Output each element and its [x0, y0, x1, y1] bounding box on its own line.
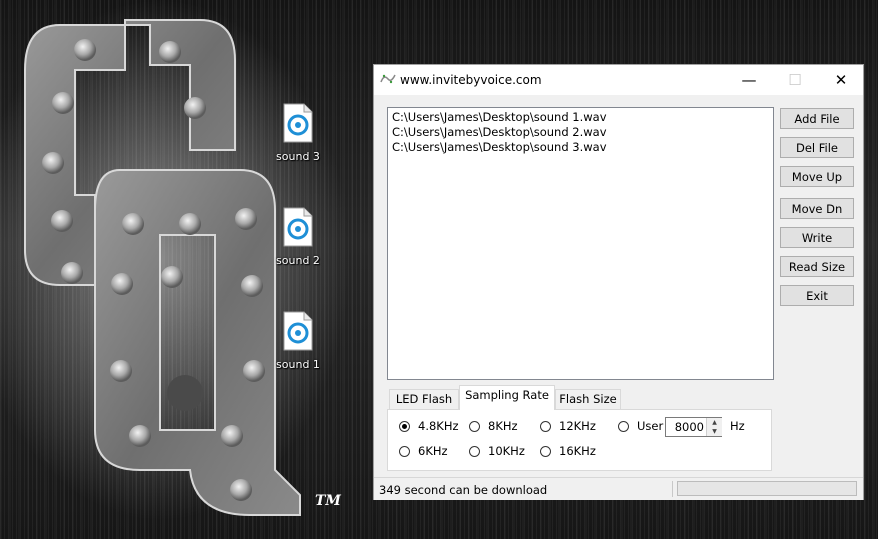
title-bar[interactable]: www.invitebyvoice.com — ☐ ✕ — [374, 65, 863, 95]
desktop-icon-label: sound 1 — [276, 358, 320, 371]
radio-indicator[interactable] — [540, 421, 551, 432]
add-file-button[interactable]: Add File — [780, 108, 854, 129]
app-icon — [380, 74, 396, 84]
exit-button[interactable]: Exit — [780, 285, 854, 306]
radio-label: 8KHz — [488, 419, 518, 433]
audio-file-icon — [283, 311, 313, 351]
window-title: www.invitebyvoice.com — [400, 73, 542, 87]
tab-led-flash[interactable]: LED Flash — [389, 389, 459, 409]
sampling-rate-panel: 4.8KHz 8KHz 12KHz User ▲ ▼ Hz 6KHz 10KHz — [387, 409, 772, 471]
app-window: www.invitebyvoice.com — ☐ ✕ C:\Users\Jam… — [373, 64, 864, 500]
audio-file-icon — [283, 207, 313, 247]
file-list[interactable]: C:\Users\James\Desktop\sound 1.wav C:\Us… — [387, 107, 774, 380]
close-button[interactable]: ✕ — [818, 65, 864, 95]
status-message: 349 second can be download — [379, 483, 548, 497]
del-file-button[interactable]: Del File — [780, 137, 854, 158]
radio-indicator[interactable] — [399, 446, 410, 457]
list-item[interactable]: C:\Users\James\Desktop\sound 1.wav — [392, 110, 769, 125]
radio-label: 12KHz — [559, 419, 596, 433]
desktop-icon-label: sound 2 — [276, 254, 320, 267]
desktop-icon-sound-3[interactable]: sound 3 — [263, 103, 333, 163]
trademark-mark: TM — [315, 493, 341, 509]
radio-indicator[interactable] — [469, 421, 480, 432]
radio-label: 16KHz — [559, 444, 596, 458]
logo-artwork — [0, 0, 350, 520]
radio-label: User — [637, 419, 664, 433]
list-item[interactable]: C:\Users\James\Desktop\sound 2.wav — [392, 125, 769, 140]
desktop-icon-label: sound 3 — [276, 150, 320, 163]
status-bar: 349 second can be download — [374, 477, 863, 500]
radio-indicator[interactable] — [399, 421, 410, 432]
audio-file-icon — [283, 103, 313, 143]
radio-indicator[interactable] — [469, 446, 480, 457]
unit-label: Hz — [730, 419, 745, 433]
progress-bar — [677, 481, 857, 496]
move-up-button[interactable]: Move Up — [780, 166, 854, 187]
radio-label: 6KHz — [418, 444, 448, 458]
status-divider — [672, 481, 673, 497]
tab-sampling-rate[interactable]: Sampling Rate — [459, 385, 555, 410]
stepper-down-arrow-icon[interactable]: ▼ — [706, 427, 722, 436]
desktop-icon-sound-2[interactable]: sound 2 — [263, 207, 333, 267]
tab-flash-size[interactable]: Flash Size — [555, 389, 621, 409]
radio-indicator[interactable] — [540, 446, 551, 457]
maximize-button[interactable]: ☐ — [772, 65, 818, 95]
move-down-button[interactable]: Move Dn — [780, 198, 854, 219]
desktop-icon-sound-1[interactable]: sound 1 — [263, 311, 333, 371]
user-rate-stepper[interactable]: ▲ ▼ — [665, 417, 722, 437]
write-button[interactable]: Write — [780, 227, 854, 248]
list-item[interactable]: C:\Users\James\Desktop\sound 3.wav — [392, 140, 769, 155]
user-rate-input[interactable] — [666, 418, 706, 436]
radio-label: 10KHz — [488, 444, 525, 458]
minimize-button[interactable]: — — [726, 65, 772, 95]
radio-label: 4.8KHz — [418, 419, 459, 433]
radio-indicator[interactable] — [618, 421, 629, 432]
read-size-button[interactable]: Read Size — [780, 256, 854, 277]
